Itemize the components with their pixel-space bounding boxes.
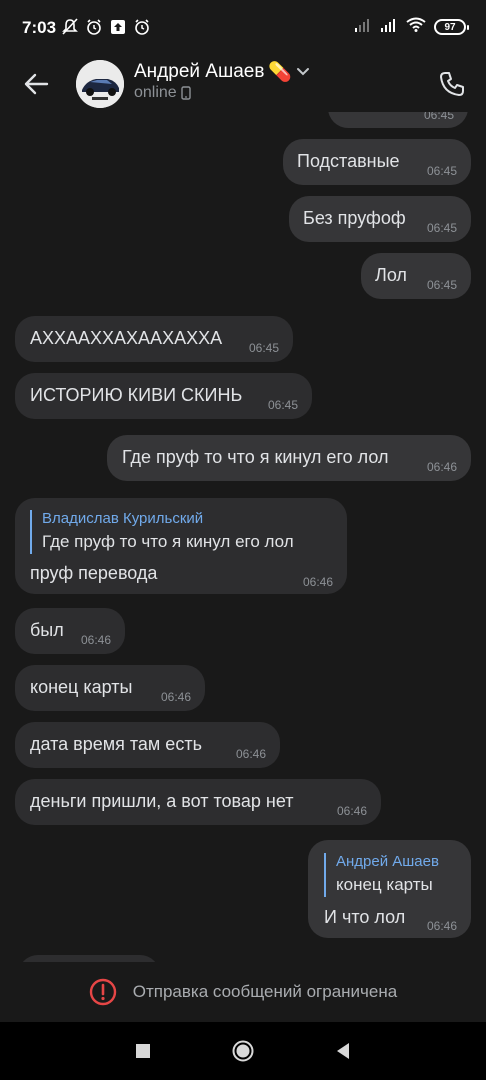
battery-icon: 97 (434, 19, 469, 35)
chat-header: Андрей Ашаев 💊 online (0, 56, 486, 112)
message-time: 06:46 (160, 690, 191, 704)
status-time: 7:03 (22, 18, 57, 37)
message-time: 06:45 (423, 112, 454, 122)
message-text: ИСТОРИЮ КИВИ СКИНЬ (30, 385, 243, 405)
recents-button[interactable] (132, 1040, 154, 1062)
wifi-icon (406, 17, 426, 37)
back-arrow-icon (24, 73, 49, 95)
phone-small-icon (181, 86, 191, 100)
message-bubble-partial[interactable]: 06:45 (328, 112, 468, 128)
message-text: дата время там есть (30, 734, 202, 754)
alert-circle-icon (89, 978, 116, 1006)
message-time: 06:45 (426, 278, 457, 292)
message-text: конец карты (30, 677, 133, 697)
message-bubble-in[interactable]: дата время там есть 06:46 (15, 722, 280, 768)
contact-name: Андрей Ашаев (134, 61, 265, 82)
signal-icon (354, 18, 372, 37)
contact-status-row: online (134, 84, 191, 102)
message-bubble-in[interactable]: конец карты 06:46 (15, 665, 205, 711)
message-bubble-out[interactable]: Где пруф то что я кинул его лол 06:46 (107, 435, 471, 481)
message-text: деньги пришли, а вот товар нет (30, 791, 294, 811)
avatar[interactable] (76, 60, 124, 108)
reply-author: Андрей Ашаев (336, 853, 439, 870)
message-bubble-out[interactable]: Подставные 06:45 (283, 139, 471, 185)
message-text: Где пруф то что я кинул его лол (122, 447, 389, 467)
message-text: был (30, 620, 64, 640)
status-bar: 7:03 97 (0, 0, 486, 56)
reply-text: Где пруф то что я кинул его лол (42, 532, 294, 551)
message-bubble-out-reply[interactable]: Андрей Ашаев конец карты И что лол 06:46 (308, 840, 471, 938)
message-time: 06:46 (426, 460, 457, 474)
home-button[interactable] (232, 1040, 254, 1062)
contact-status: online (134, 84, 177, 101)
message-time: 06:46 (80, 633, 111, 647)
reply-text: конец карты (336, 875, 433, 894)
message-bubble-in[interactable]: АХХААХХАХААХАХХА 06:45 (15, 316, 293, 362)
message-bubble-out[interactable]: Без пруфоф 06:45 (289, 196, 471, 242)
message-time: 06:45 (426, 221, 457, 235)
message-text: Лол (375, 265, 407, 285)
message-bubble-in-reply[interactable]: Владислав Курильский Где пруф то что я к… (15, 498, 347, 594)
message-bubble-in[interactable]: ИСТОРИЮ КИВИ СКИНЬ 06:45 (15, 373, 312, 419)
reply-quote[interactable]: Владислав Курильский Где пруф то что я к… (30, 510, 294, 554)
message-time: 06:45 (248, 341, 279, 355)
contact-name-row[interactable]: Андрей Ашаев 💊 (134, 60, 310, 84)
upload-icon (110, 18, 126, 36)
message-bubble-in[interactable]: деньги пришли, а вот товар нет 06:46 (15, 779, 381, 825)
recents-square-icon (136, 1044, 150, 1058)
message-bubble-in[interactable]: был 06:46 (15, 608, 125, 654)
alarm-clock-icon (134, 18, 150, 36)
notifications-off-icon (62, 18, 78, 36)
message-time: 06:46 (336, 804, 367, 818)
message-time: 06:46 (235, 747, 266, 761)
message-time: 06:46 (426, 919, 457, 933)
message-time: 06:46 (302, 575, 333, 589)
call-button[interactable] (434, 66, 470, 102)
message-text: пруф перевода (30, 563, 158, 583)
signal-icon (380, 18, 398, 37)
reply-author: Владислав Курильский (42, 510, 204, 527)
home-circle-icon (232, 1040, 254, 1062)
restricted-text: Отправка сообщений ограничена (132, 982, 398, 1001)
alarm-icon (86, 18, 102, 36)
back-button[interactable] (18, 66, 54, 102)
message-bubble-out[interactable]: Лол 06:45 (361, 253, 471, 299)
message-text: АХХААХХАХААХАХХА (30, 328, 223, 348)
system-nav-bar (0, 1022, 486, 1080)
chevron-down-icon (297, 68, 310, 76)
message-text: Без пруфоф (303, 208, 406, 228)
message-text: И что лол (324, 907, 406, 927)
car-image-icon (76, 60, 124, 108)
message-time: 06:45 (267, 398, 298, 412)
message-bubble-partial[interactable] (18, 955, 160, 962)
message-text: Подставные (297, 151, 400, 171)
pill-emoji: 💊 (268, 62, 293, 83)
phone-call-icon (440, 72, 464, 96)
back-triangle-icon (337, 1043, 349, 1059)
system-back-button[interactable] (332, 1040, 354, 1062)
restricted-banner: Отправка сообщений ограничена (0, 962, 486, 1022)
message-time: 06:45 (426, 164, 457, 178)
reply-quote[interactable]: Андрей Ашаев конец карты (324, 853, 439, 897)
message-list[interactable]: 06:45 Подставные 06:45 Без пруфоф 06:45 … (0, 112, 486, 962)
